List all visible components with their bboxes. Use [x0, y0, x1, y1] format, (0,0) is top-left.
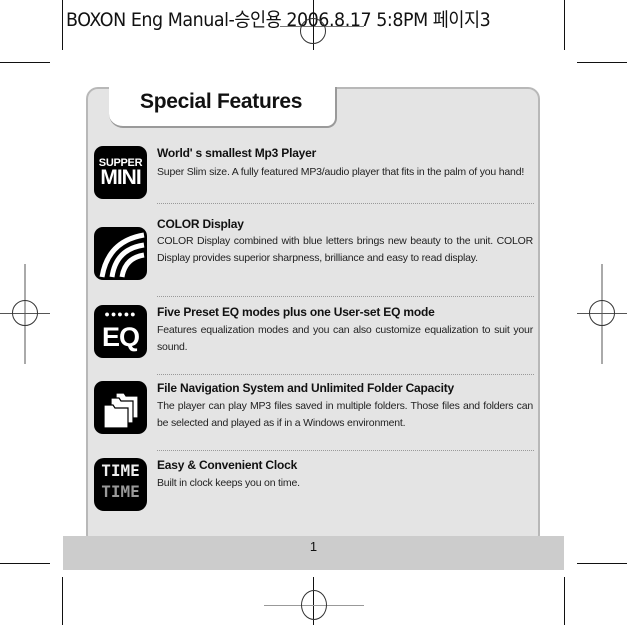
crop-mark-top-left-horizontal: [0, 62, 50, 63]
color-display-icon: [94, 227, 147, 280]
crop-mark-bottom-left-vertical: [62, 577, 63, 625]
feature-description: Built in clock keeps you on time.: [157, 477, 300, 489]
eq-dots: ●●●●●: [104, 309, 137, 319]
icon-label-bottom: TIME: [101, 482, 140, 501]
arcs-graphic: [99, 232, 145, 278]
eq-icon: ●●●●● EQ: [94, 305, 147, 358]
dotted-divider: [157, 374, 534, 375]
clock-time-icon: TIME TIME: [94, 458, 147, 511]
folders-icon: [94, 381, 147, 434]
icon-label-bottom: MINI: [100, 166, 141, 189]
feature-description: COLOR Display combined with blue letters…: [157, 235, 533, 264]
dotted-divider: [157, 203, 534, 204]
crop-mark-top-right-vertical: [564, 0, 565, 50]
registration-circle: [301, 590, 327, 620]
feature-title: Easy & Convenient Clock: [157, 458, 298, 472]
feature-description: Features equalization modes and you can …: [157, 324, 533, 353]
registration-circle: [12, 300, 38, 326]
crop-mark-top-left-vertical: [62, 0, 63, 50]
crop-mark-bottom-right-vertical: [564, 577, 565, 625]
dotted-divider: [157, 450, 534, 451]
feature-title: File Navigation System and Unlimited Fol…: [157, 381, 455, 395]
icon-label-top: TIME: [101, 461, 140, 480]
footer-bar: 1: [63, 536, 564, 570]
feature-title: Five Preset EQ modes plus one User-set E…: [157, 305, 435, 319]
crop-mark-bottom-right-horizontal: [577, 563, 627, 564]
feature-title: COLOR Display: [157, 217, 244, 231]
registration-circle: [300, 18, 326, 44]
feature-description: Super Slim size. A fully featured MP3/au…: [157, 166, 525, 178]
page-title: Special Features: [140, 90, 303, 113]
icon-label-bottom: EQ: [101, 322, 140, 352]
page-number: 1: [309, 539, 318, 554]
dotted-divider: [157, 296, 534, 297]
registration-circle: [589, 300, 615, 326]
print-header-text: BOXON Eng Manual-승인용 2006.8.17 5:8PM 페이지…: [66, 9, 491, 31]
feature-description: The player can play MP3 files saved in m…: [157, 400, 533, 429]
feature-title: World' s smallest Mp3 Player: [157, 146, 317, 160]
crop-mark-bottom-left-horizontal: [0, 563, 50, 564]
folders-graphic: [103, 392, 139, 429]
supper-mini-icon: SUPPER MINI: [94, 146, 147, 199]
crop-mark-top-right-horizontal: [577, 62, 627, 63]
